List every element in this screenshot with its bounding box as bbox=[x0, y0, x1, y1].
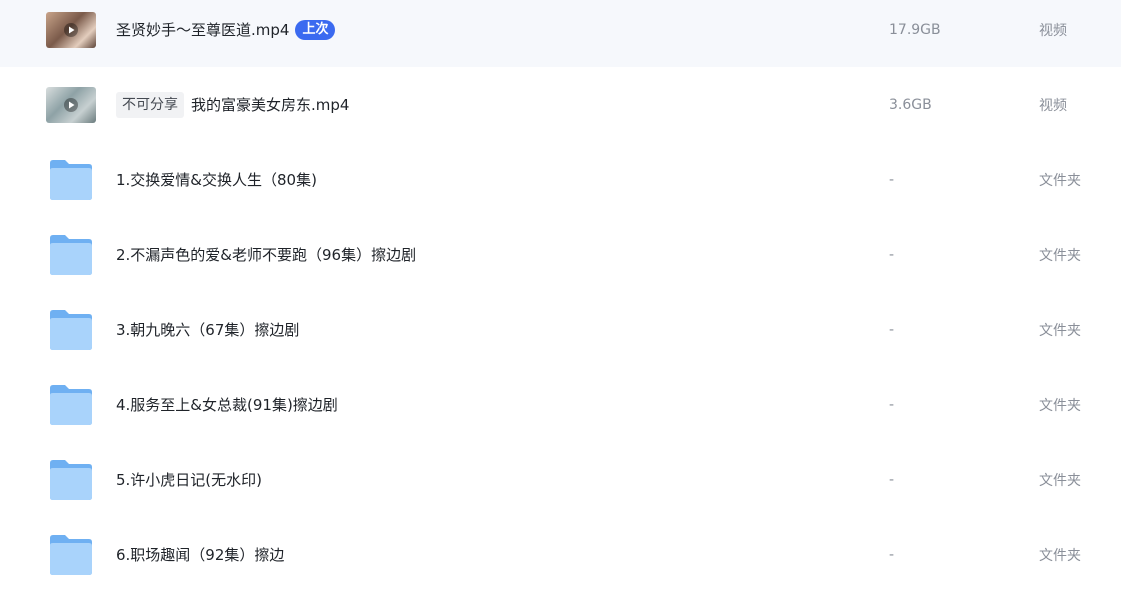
file-size: 17.9GB bbox=[889, 21, 941, 38]
folder-row[interactable]: 4.服务至上&女总裁(91集)擦边剧 - 文件夹 bbox=[0, 367, 1121, 442]
file-type: 视频 bbox=[1039, 22, 1067, 39]
folder-row[interactable]: 2.不漏声色的爱&老师不要跑（96集）擦边剧 - 文件夹 bbox=[0, 217, 1121, 292]
no-share-tag: 不可分享 bbox=[116, 91, 184, 118]
file-list: 圣贤妙手～至尊医道.mp4 上次 17.9GB 视频 不可分享 我的富豪美女房东… bbox=[0, 0, 1121, 594]
file-row[interactable]: 不可分享 我的富豪美女房东.mp4 3.6GB 视频 bbox=[0, 67, 1121, 142]
video-thumbnail[interactable] bbox=[46, 86, 96, 123]
file-size: - bbox=[889, 321, 895, 338]
file-size: - bbox=[889, 396, 895, 413]
folder-icon[interactable] bbox=[48, 159, 94, 201]
folder-icon[interactable] bbox=[48, 234, 94, 276]
folder-name[interactable]: 5.许小虎日记(无水印) bbox=[116, 469, 262, 490]
play-icon bbox=[64, 22, 78, 37]
folder-row[interactable]: 1.交换爱情&交换人生（80集) - 文件夹 bbox=[0, 142, 1121, 217]
folder-row[interactable]: 6.职场趣闻（92集）擦边 - 文件夹 bbox=[0, 517, 1121, 592]
file-type: 文件夹 bbox=[1039, 247, 1081, 264]
file-size: - bbox=[889, 546, 895, 563]
file-type: 文件夹 bbox=[1039, 547, 1081, 564]
file-type: 文件夹 bbox=[1039, 472, 1081, 489]
folder-row[interactable]: 3.朝九晚六（67集）擦边剧 - 文件夹 bbox=[0, 292, 1121, 367]
file-name[interactable]: 圣贤妙手～至尊医道.mp4 bbox=[116, 19, 289, 40]
folder-icon[interactable] bbox=[48, 534, 94, 576]
file-size: - bbox=[889, 171, 895, 188]
play-icon bbox=[64, 97, 78, 112]
file-type: 文件夹 bbox=[1039, 322, 1081, 339]
file-size: 3.6GB bbox=[889, 96, 932, 113]
folder-name[interactable]: 3.朝九晚六（67集）擦边剧 bbox=[116, 319, 299, 340]
video-thumbnail[interactable] bbox=[46, 11, 96, 48]
folder-name[interactable]: 6.职场趣闻（92集）擦边 bbox=[116, 544, 284, 565]
folder-icon[interactable] bbox=[48, 459, 94, 501]
folder-icon[interactable] bbox=[48, 384, 94, 426]
folder-row[interactable]: 5.许小虎日记(无水印) - 文件夹 bbox=[0, 442, 1121, 517]
file-size: - bbox=[889, 246, 895, 263]
file-type: 视频 bbox=[1039, 97, 1067, 114]
file-row[interactable]: 圣贤妙手～至尊医道.mp4 上次 17.9GB 视频 bbox=[0, 0, 1121, 67]
folder-icon[interactable] bbox=[48, 309, 94, 351]
folder-name[interactable]: 1.交换爱情&交换人生（80集) bbox=[116, 169, 317, 190]
file-type: 文件夹 bbox=[1039, 172, 1081, 189]
last-viewed-badge: 上次 bbox=[295, 19, 336, 40]
file-size: - bbox=[889, 471, 895, 488]
file-type: 文件夹 bbox=[1039, 397, 1081, 414]
folder-name[interactable]: 4.服务至上&女总裁(91集)擦边剧 bbox=[116, 394, 338, 415]
file-name[interactable]: 我的富豪美女房东.mp4 bbox=[191, 94, 349, 115]
folder-name[interactable]: 2.不漏声色的爱&老师不要跑（96集）擦边剧 bbox=[116, 244, 416, 265]
